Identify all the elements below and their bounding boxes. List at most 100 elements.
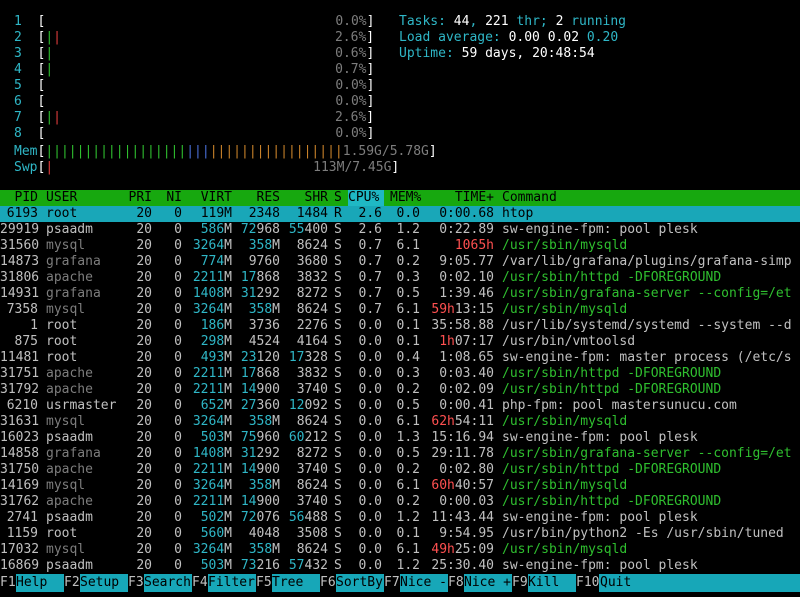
process-virt: 652M	[200, 398, 232, 413]
col-ni[interactable]: NI	[160, 190, 182, 206]
fkey-label-kill[interactable]: Kill	[528, 574, 559, 592]
process-pid: 31792	[0, 382, 40, 397]
process-virt: 503M	[200, 430, 232, 445]
fkey-f1[interactable]: F1	[0, 574, 16, 592]
process-row[interactable]: 31560 mysql 20 0 3264M 358M 8624 S 0.7 6.1 1065h/u…	[0, 238, 800, 254]
fkey-label-filter[interactable]: Filter	[208, 574, 255, 592]
process-state: S	[334, 382, 342, 397]
column-header[interactable]: PID USER PRI NI VIRT RES SHR S CPU% MEM%…	[0, 190, 800, 206]
process-virt: 298M	[200, 334, 232, 349]
fkey-f9[interactable]: F9	[512, 574, 528, 592]
fkey-label-help[interactable]: Help	[16, 574, 47, 592]
process-user: root	[46, 350, 78, 365]
process-shr: 12092	[288, 398, 328, 413]
fkey-f3[interactable]: F3	[128, 574, 144, 592]
process-virt: 2211M	[192, 494, 232, 509]
process-shr: 8624	[296, 542, 328, 557]
process-row[interactable]: 31762 apache 20 0 2211M 14900 3740 S 0.0 0.2 0:00.…	[0, 494, 800, 510]
process-row[interactable]: 31751 apache 20 0 2211M 17868 3832 S 0.0 0.3 0:03.…	[0, 366, 800, 382]
process-res: 14900	[240, 382, 280, 397]
process-shr: 3740	[296, 382, 328, 397]
col-state[interactable]: S	[334, 190, 342, 206]
process-row[interactable]: 6210 usrmaster 20 0 652M 27360 12092 S 0.0 0.5 0:0…	[0, 398, 800, 414]
col-time[interactable]: TIME+	[430, 190, 494, 206]
process-row[interactable]: 31806 apache 20 0 2211M 17868 3832 S 0.7 0.3 0:02.…	[0, 270, 800, 286]
process-row[interactable]: 31750 apache 20 0 2211M 14900 3740 S 0.0 0.2 0:02.…	[0, 462, 800, 478]
process-cpu: 0.7	[358, 270, 382, 285]
col-mem[interactable]: MEM%	[390, 190, 424, 206]
process-row[interactable]: 11481 root 20 0 493M 23120 17328 S 0.0 0.4 1:08.65…	[0, 350, 800, 366]
fkey-label-tree[interactable]: Tree	[272, 574, 303, 592]
process-user: grafana	[46, 254, 101, 269]
col-cpu[interactable]: CPU%	[348, 190, 384, 206]
process-pri: 20	[136, 462, 152, 477]
process-mem: 6.1	[396, 238, 420, 253]
process-state: S	[334, 270, 342, 285]
process-state: R	[334, 206, 342, 221]
process-state: S	[334, 510, 342, 525]
process-shr: 4164	[296, 334, 328, 349]
process-row[interactable]: 14169 mysql 20 0 3264M 358M 8624 S 0.0 6.1 60h40:5…	[0, 478, 800, 494]
fkey-f8[interactable]: F8	[448, 574, 464, 592]
fkey-f10[interactable]: F10	[576, 574, 600, 592]
process-row[interactable]: 31631 mysql 20 0 3264M 358M 8624 S 0.0 6.1 62h54:1…	[0, 414, 800, 430]
fkey-f7[interactable]: F7	[384, 574, 400, 592]
process-row[interactable]: 2741 psaadm 20 0 502M 72076 56488 S 0.0 1.2 11:43.…	[0, 510, 800, 526]
process-time: 1065h	[454, 238, 494, 253]
process-ni: 0	[174, 510, 182, 525]
process-row[interactable]: 14873 grafana 20 0 774M 9760 3680 S 0.7 0.2 9:05.7…	[0, 254, 800, 270]
process-row[interactable]: 875 root 20 0 298M 4524 4164 S 0.0 0.1 1h07:17/usr…	[0, 334, 800, 350]
cpu-number: 6	[14, 94, 22, 109]
process-pid: 31560	[0, 238, 40, 253]
fkey-f5[interactable]: F5	[256, 574, 272, 592]
process-pid: 14873	[0, 254, 40, 269]
cpu-bar: ||	[45, 30, 61, 45]
process-state: S	[334, 414, 342, 429]
process-pid: 7358	[6, 302, 38, 317]
process-ni: 0	[174, 430, 182, 445]
process-time: 1:08.65	[439, 350, 494, 365]
fkey-label-quit[interactable]: Quit	[600, 574, 631, 592]
col-user[interactable]: USER	[46, 190, 77, 206]
process-row[interactable]: 29919 psaadm 20 0 586M 72968 55400 S 2.6 1.2 0:22.…	[0, 222, 800, 238]
process-pri: 20	[136, 270, 152, 285]
process-row[interactable]: 14858 grafana 20 0 1408M 31292 8272 S 0.0 0.5 29:1…	[0, 446, 800, 462]
fkey-label-nice[interactable]: Nice -	[400, 574, 447, 592]
process-row[interactable]: 17032 mysql 20 0 3264M 358M 8624 S 0.0 6.1 49h25:0…	[0, 542, 800, 558]
process-pri: 20	[136, 350, 152, 365]
process-state: S	[334, 238, 342, 253]
fkey-label-sortby[interactable]: SortBy	[336, 574, 383, 592]
col-pid[interactable]: PID	[0, 190, 38, 206]
process-pid: 31762	[0, 494, 40, 509]
process-ni: 0	[174, 542, 182, 557]
fkey-f2[interactable]: F2	[64, 574, 80, 592]
process-mem: 0.1	[396, 526, 420, 541]
fkey-f6[interactable]: F6	[320, 574, 336, 592]
col-pri[interactable]: PRI	[120, 190, 152, 206]
fkey-f4[interactable]: F4	[192, 574, 208, 592]
fkey-label-nice[interactable]: Nice +	[464, 574, 511, 592]
fkey-label-search[interactable]: Search	[144, 574, 191, 592]
process-row[interactable]: 1159 root 20 0 560M 4048 3508 S 0.0 0.1 9:54.95/us…	[0, 526, 800, 542]
process-row[interactable]: 16023 psaadm 20 0 503M 75960 60212 S 0.0 1.3 15:16…	[0, 430, 800, 446]
process-command: /usr/sbin/mysqld	[502, 414, 628, 429]
process-pri: 20	[136, 254, 152, 269]
process-row[interactable]: 1 root 20 0 186M 3736 2276 S 0.0 0.1 35:58.88/usr/…	[0, 318, 800, 334]
process-virt: 3264M	[192, 302, 232, 317]
col-shr[interactable]: SHR	[288, 190, 328, 206]
cpu-number: 7	[14, 110, 22, 125]
process-user: apache	[46, 382, 93, 397]
process-cpu: 0.0	[358, 382, 382, 397]
process-mem: 0.2	[396, 494, 420, 509]
process-row[interactable]: 7358 mysql 20 0 3264M 358M 8624 S 0.7 6.1 59h13:15…	[0, 302, 800, 318]
col-command[interactable]: Command	[502, 190, 557, 206]
fkey-label-setup[interactable]: Setup	[80, 574, 119, 592]
process-row[interactable]: 16869 psaadm 20 0 503M 73216 57432 S 0.0 1.2 25:30…	[0, 558, 800, 574]
col-virt[interactable]: VIRT	[190, 190, 232, 206]
process-row[interactable]: 6193 root 20 0 119M 2348 1484 R 2.6 0.0 0:00.68 hto…	[0, 206, 800, 222]
process-user: mysql	[46, 238, 86, 253]
col-res[interactable]: RES	[240, 190, 280, 206]
process-row[interactable]: 31792 apache 20 0 2211M 14900 3740 S 0.0 0.2 0:02.…	[0, 382, 800, 398]
process-row[interactable]: 14931 grafana 20 0 1408M 31292 8272 S 0.7 0.5 1:39…	[0, 286, 800, 302]
cpu-number: 4	[14, 62, 22, 77]
